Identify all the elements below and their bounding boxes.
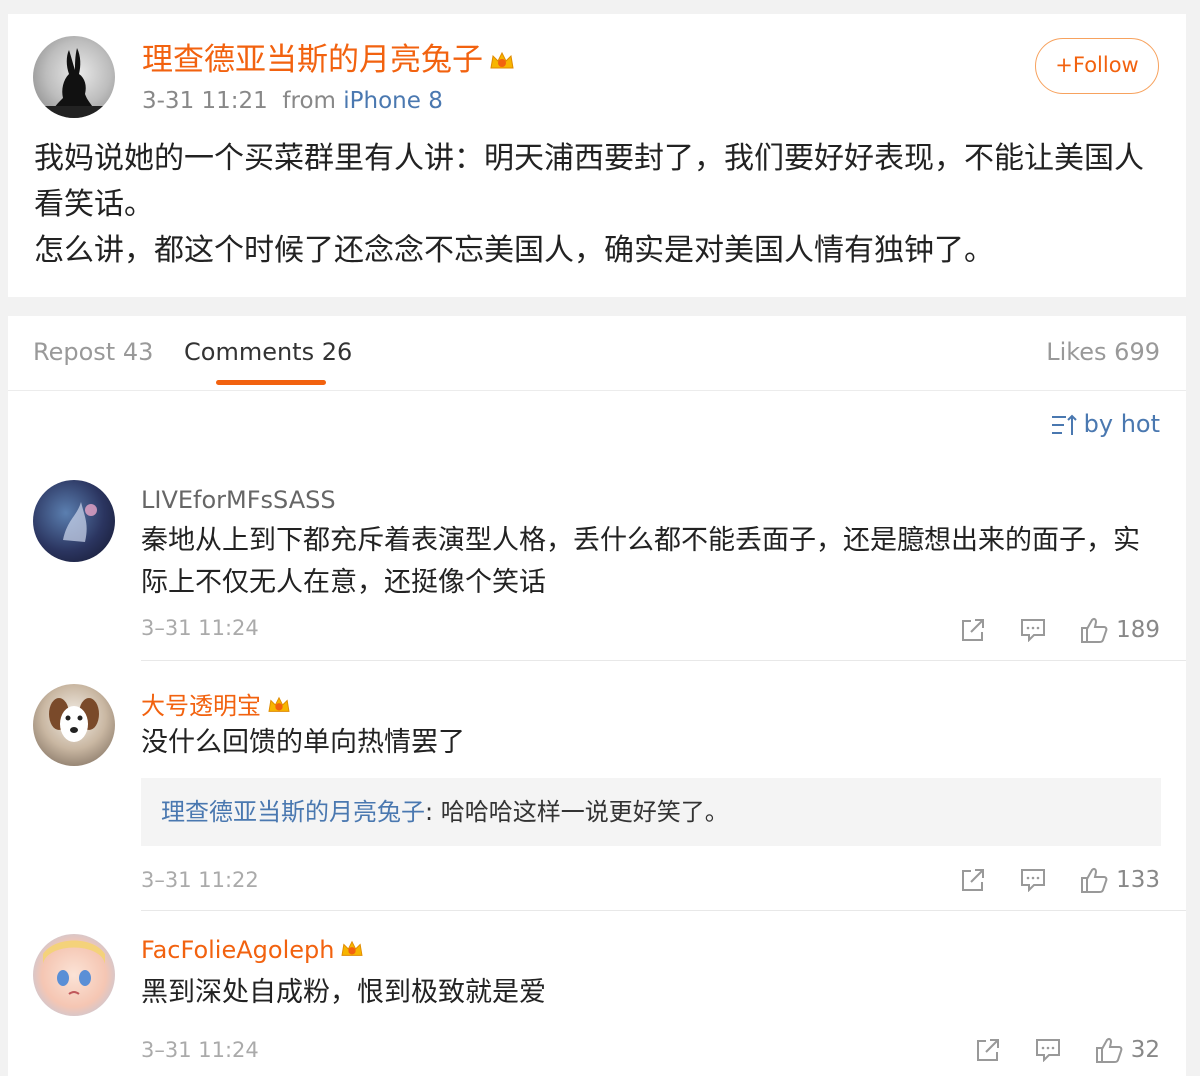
comment-actions: 189: [926, 614, 1160, 646]
commenter-name-text: 大号透明宝: [141, 692, 261, 720]
comment-icon: [1035, 1039, 1060, 1062]
thumbs-up-icon: [1081, 867, 1108, 893]
comment-text: 秦地从上到下都充斥着表演型人格，丢什么都不能丢面子，还是臆想出来的面子，实际上不…: [141, 525, 1140, 598]
commenter-avatar[interactable]: [33, 934, 115, 1016]
sort-icon: [1051, 414, 1077, 435]
commenter-avatar[interactable]: [33, 684, 115, 766]
like-button[interactable]: 189: [1080, 616, 1160, 644]
comment-actions: 32: [941, 1034, 1160, 1066]
reply-button[interactable]: [1020, 618, 1046, 642]
share-button[interactable]: [960, 617, 986, 643]
post-author-avatar[interactable]: [33, 36, 115, 118]
like-count: 133: [1116, 867, 1160, 893]
anime-face-icon: [43, 940, 105, 995]
like-count: 189: [1116, 617, 1160, 643]
avatar-art-icon: [63, 502, 97, 542]
post-time: 3-31 11:21: [142, 88, 268, 114]
comment-icon: [1021, 869, 1046, 892]
post-card: 理查德亚当斯的月亮兔子 3-31 11:21 from iPhone 8 +Fo…: [8, 14, 1186, 297]
thumbs-up-icon: [1095, 1037, 1123, 1063]
share-icon: [962, 869, 985, 891]
comment-time: 3–31 11:22: [141, 868, 259, 892]
share-icon: [962, 619, 985, 641]
like-button[interactable]: 32: [1095, 1036, 1160, 1064]
active-tab-indicator: [216, 380, 326, 385]
share-button[interactable]: [975, 1037, 1001, 1063]
like-button[interactable]: 133: [1080, 866, 1160, 894]
post-author-name-text: 理查德亚当斯的月亮兔子: [142, 42, 483, 78]
dog-icon: [49, 698, 99, 742]
sort-by-hot-button[interactable]: by hot: [1050, 410, 1160, 438]
comment-icon: [1021, 619, 1046, 642]
tab-repost[interactable]: Repost 43: [33, 338, 153, 366]
comment-actions: 133: [926, 864, 1160, 896]
post-text: 我妈说她的一个买菜群里有人讲：明天浦西要封了，我们要好好表现，不能让美国人看笑话…: [34, 136, 1164, 274]
sort-label: by hot: [1083, 410, 1160, 438]
comments-card: Repost 43 Comments 26 Likes 699 by hot L…: [8, 316, 1186, 1076]
post-author-name[interactable]: 理查德亚当斯的月亮兔子: [142, 34, 515, 80]
post-from-label: from: [282, 88, 336, 114]
crown-badge-icon: [267, 693, 291, 721]
comment-divider: [141, 910, 1186, 911]
commenter-name[interactable]: 大号透明宝: [141, 686, 291, 721]
rabbit-silhouette-icon: [33, 48, 115, 118]
comment-text: 黑到深处自成粉，恨到极致就是爱: [141, 977, 546, 1008]
commenter-avatar[interactable]: [33, 480, 115, 562]
crown-badge-icon: [340, 937, 364, 965]
comment-time: 3–31 11:24: [141, 1038, 259, 1062]
reply-author-name[interactable]: 理查德亚当斯的月亮兔子: [161, 798, 425, 826]
thumbs-up-icon: [1081, 617, 1108, 643]
reply-text: : 哈哈哈这样一说更好笑了。: [425, 798, 729, 826]
follow-button[interactable]: +Follow: [1035, 38, 1159, 94]
share-icon: [976, 1039, 999, 1061]
commenter-name[interactable]: FacFolieAgoleph: [141, 936, 364, 965]
share-button[interactable]: [960, 867, 986, 893]
comment-time: 3–31 11:24: [141, 616, 259, 640]
commenter-name[interactable]: LIVEforMFsSASS: [141, 486, 336, 514]
tab-likes[interactable]: Likes 699: [1046, 338, 1160, 366]
post-text-line: 我妈说她的一个买菜群里有人讲：明天浦西要封了，我们要好好表现，不能让美国人看笑话…: [34, 141, 1144, 222]
comment-divider: [141, 660, 1186, 661]
comment-text: 没什么回馈的单向热情罢了: [141, 727, 465, 758]
post-meta: 3-31 11:21 from iPhone 8: [142, 88, 443, 114]
commenter-name-text: FacFolieAgoleph: [141, 936, 335, 964]
tab-bar: Repost 43 Comments 26 Likes 699: [8, 316, 1186, 391]
post-text-line: 怎么讲，都这个时候了还念念不忘美国人，确实是对美国人情有独钟了。: [34, 233, 994, 268]
reply-button[interactable]: [1035, 1038, 1061, 1062]
post-device[interactable]: iPhone 8: [343, 88, 443, 114]
crown-badge-icon: [489, 44, 515, 80]
like-count: 32: [1130, 1037, 1160, 1063]
reply-button[interactable]: [1020, 868, 1046, 892]
nested-reply[interactable]: 理查德亚当斯的月亮兔子: 哈哈哈这样一说更好笑了。: [141, 778, 1161, 846]
tab-comments[interactable]: Comments 26: [184, 338, 352, 366]
